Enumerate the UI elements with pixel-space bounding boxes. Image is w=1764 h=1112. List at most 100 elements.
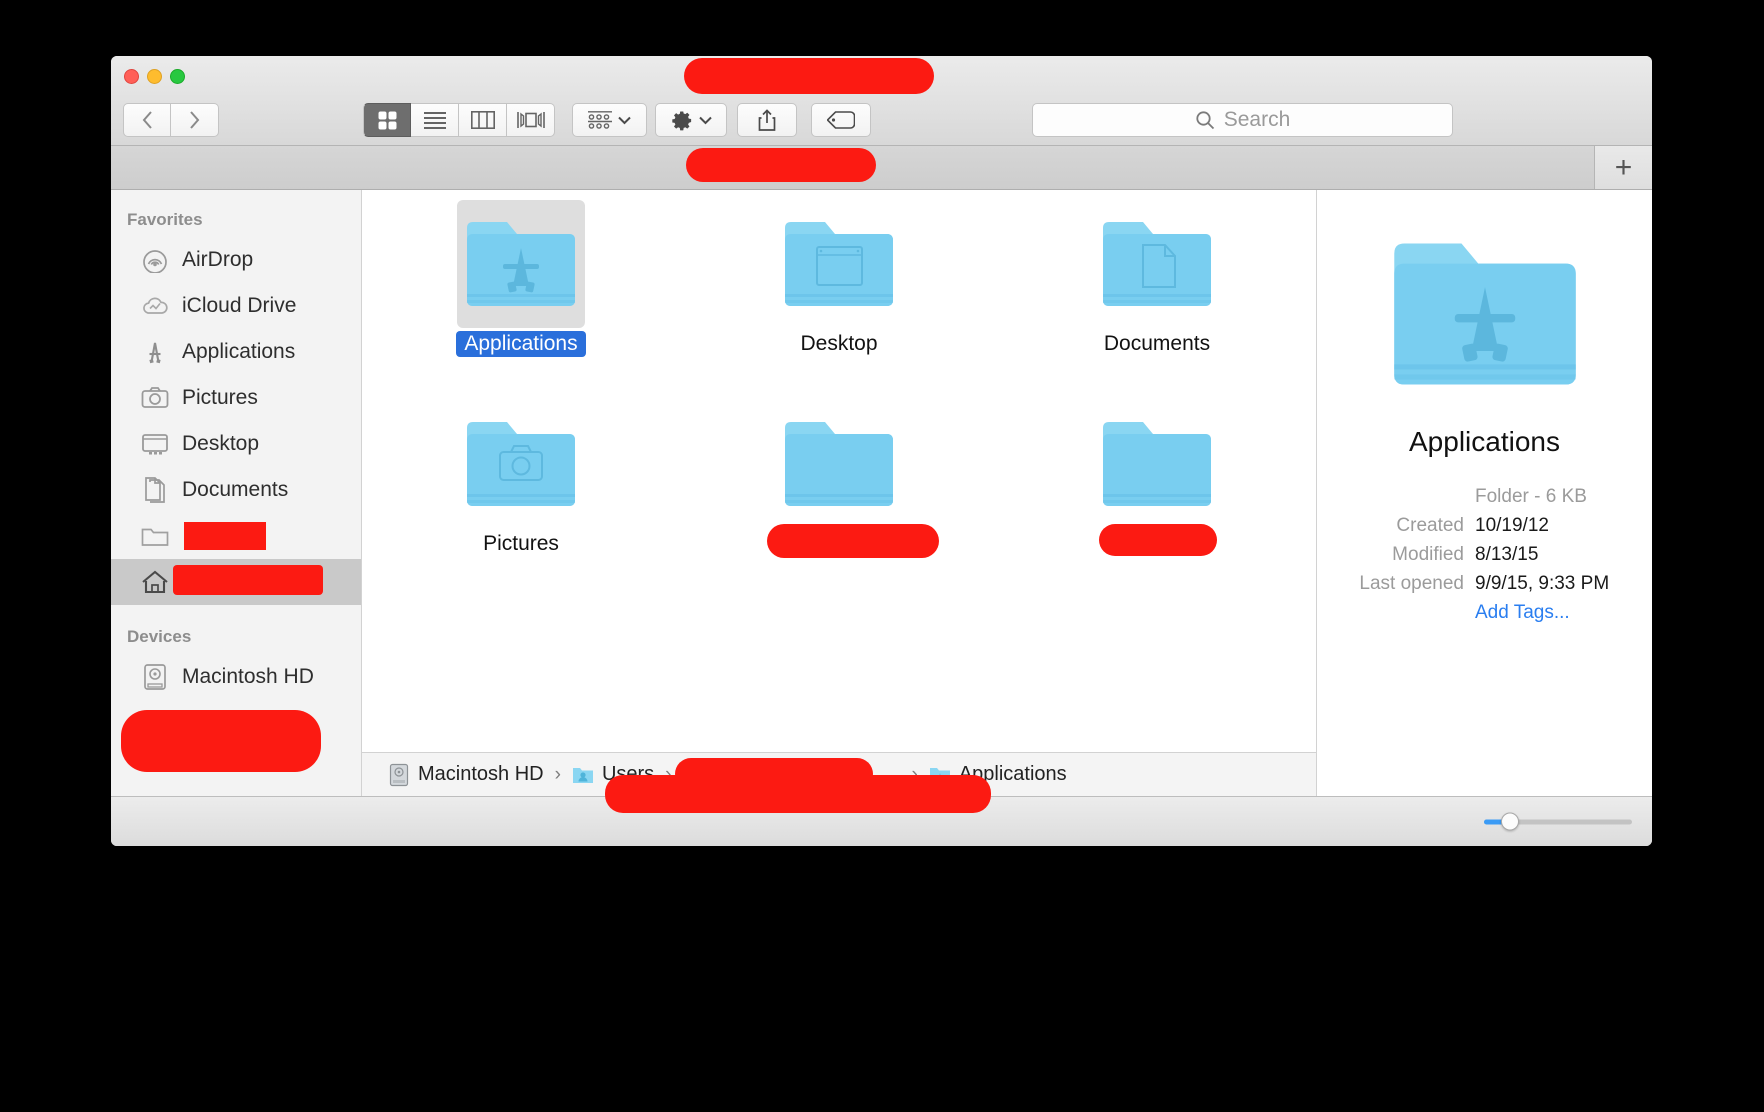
edit-tags-button[interactable]	[811, 103, 871, 137]
harddisk-icon	[141, 663, 169, 691]
icon-view-button[interactable]	[363, 103, 411, 137]
harddisk-icon	[389, 763, 409, 786]
desktop-icon	[141, 430, 169, 458]
chevron-right-icon	[190, 111, 200, 129]
metadata-row-created: Created 10/19/12	[1317, 515, 1638, 537]
coverflow-view-button[interactable]	[507, 103, 555, 137]
grid-item-label: Pictures	[483, 532, 559, 555]
folder-pictures-icon	[457, 400, 585, 528]
preview-metadata-list: Folder - 6 KB Created 10/19/12 Modified …	[1317, 486, 1652, 631]
sidebar-item-label: Applications	[182, 340, 296, 363]
metadata-key: Modified	[1392, 544, 1464, 565]
forward-button[interactable]	[171, 103, 219, 137]
finder-window: Search + Favorites AirDrop iCloud Drive …	[111, 56, 1652, 846]
back-button[interactable]	[123, 103, 171, 137]
metadata-value: Folder - 6 KB	[1475, 486, 1587, 507]
metadata-row-modified: Modified 8/13/15	[1317, 544, 1638, 566]
icon-grid: Applications Desktop Documents Pictures	[362, 190, 1316, 752]
redaction-mark-tabbar	[686, 148, 876, 182]
arrange-icon	[588, 110, 612, 129]
sidebar-item-desktop[interactable]: Desktop	[111, 421, 361, 467]
folder-plain-icon	[1093, 400, 1221, 528]
sidebar-item-label: Macintosh HD	[182, 665, 314, 688]
metadata-key	[1317, 486, 1475, 508]
metadata-row-add-tags: Add Tags...	[1317, 602, 1638, 624]
folder-icon	[141, 522, 169, 550]
list-view-button[interactable]	[411, 103, 459, 137]
metadata-value: 10/19/12	[1475, 515, 1549, 536]
view-mode-switcher	[363, 103, 555, 137]
folder-applications-icon	[457, 200, 585, 328]
new-tab-button[interactable]: +	[1594, 146, 1652, 189]
redaction-mark-grid-2	[1099, 524, 1217, 556]
metadata-row-last-opened: Last opened 9/9/15, 9:33 PM	[1317, 573, 1638, 595]
arrange-by-button[interactable]	[572, 103, 647, 137]
chevron-left-icon	[142, 111, 152, 129]
grid-item-desktop[interactable]: Desktop	[759, 196, 919, 396]
icon-size-slider[interactable]	[1484, 812, 1632, 831]
share-icon	[758, 108, 776, 131]
grid-item-label: Desktop	[800, 332, 878, 355]
tag-icon	[827, 111, 855, 129]
search-field[interactable]: Search	[1032, 103, 1453, 137]
grid-item-applications[interactable]: Applications	[441, 196, 601, 396]
grid-item-label: Applications	[456, 331, 586, 357]
applications-icon	[141, 338, 169, 366]
folder-desktop-icon	[775, 200, 903, 328]
grid-item-redacted-1[interactable]	[759, 396, 939, 596]
sidebar: Favorites AirDrop iCloud Drive Applicati…	[111, 190, 362, 796]
metadata-key: Created	[1396, 515, 1464, 536]
minimize-button[interactable]	[147, 69, 162, 84]
sidebar-item-applications[interactable]: Applications	[111, 329, 361, 375]
grid-item-redacted-2[interactable]	[1077, 396, 1237, 596]
sidebar-item-label: iCloud Drive	[182, 294, 297, 317]
navigation-buttons	[123, 103, 219, 137]
share-button[interactable]	[737, 103, 797, 137]
sidebar-item-label: Desktop	[182, 432, 260, 455]
path-segment-label: Macintosh HD	[418, 763, 544, 785]
list-icon	[423, 112, 446, 129]
sidebar-item-documents[interactable]: Documents	[111, 467, 361, 513]
path-segment-macintosh-hd[interactable]: Macintosh HD	[388, 763, 544, 787]
close-button[interactable]	[124, 69, 139, 84]
folder-plain-icon	[775, 400, 903, 528]
documents-icon	[141, 476, 169, 504]
sidebar-item-redacted-folder[interactable]	[111, 513, 361, 559]
users-folder-icon	[572, 767, 593, 783]
redaction-mark-sidebar-home	[173, 565, 323, 595]
slider-knob[interactable]	[1501, 812, 1519, 831]
grid-item-pictures[interactable]: Pictures	[441, 396, 601, 596]
airdrop-icon	[141, 246, 169, 274]
metadata-row-kind: Folder - 6 KB	[1317, 486, 1638, 508]
sidebar-item-macintosh-hd[interactable]: Macintosh HD	[111, 654, 361, 700]
metadata-key: Last opened	[1359, 573, 1464, 594]
sidebar-item-airdrop[interactable]: AirDrop	[111, 237, 361, 283]
metadata-key	[1317, 602, 1475, 624]
metadata-value: 9/9/15, 9:33 PM	[1475, 573, 1610, 594]
sidebar-item-home-redacted[interactable]	[111, 559, 361, 605]
column-view-button[interactable]	[459, 103, 507, 137]
path-separator: ›	[554, 763, 561, 785]
redaction-mark-sidebar-folder	[184, 522, 266, 550]
redaction-mark-titlebar	[684, 58, 934, 94]
grid-item-label: Documents	[1103, 332, 1211, 355]
redaction-mark-sidebar-bottom	[121, 710, 321, 772]
action-menu-button[interactable]	[655, 103, 727, 137]
search-placeholder: Search	[1223, 108, 1291, 131]
sidebar-header-favorites: Favorites	[127, 210, 203, 229]
tab-bar: +	[111, 146, 1652, 190]
sidebar-item-icloud-drive[interactable]: iCloud Drive	[111, 283, 361, 329]
home-icon	[141, 568, 169, 596]
folder-documents-icon	[1093, 200, 1221, 328]
preview-info-panel: Applications Folder - 6 KB Created 10/19…	[1316, 190, 1652, 796]
redaction-mark-statusbar	[605, 775, 991, 813]
search-icon	[1196, 111, 1214, 130]
metadata-value: 8/13/15	[1475, 544, 1539, 565]
grid-item-documents[interactable]: Documents	[1077, 196, 1237, 396]
sidebar-item-pictures[interactable]: Pictures	[111, 375, 361, 421]
add-tags-link[interactable]: Add Tags...	[1475, 602, 1570, 624]
file-browser-content: Applications Desktop Documents Pictures …	[362, 190, 1316, 796]
window-body: Favorites AirDrop iCloud Drive Applicati…	[111, 190, 1652, 796]
sidebar-header-devices: Devices	[127, 627, 192, 646]
maximize-button[interactable]	[170, 69, 185, 84]
